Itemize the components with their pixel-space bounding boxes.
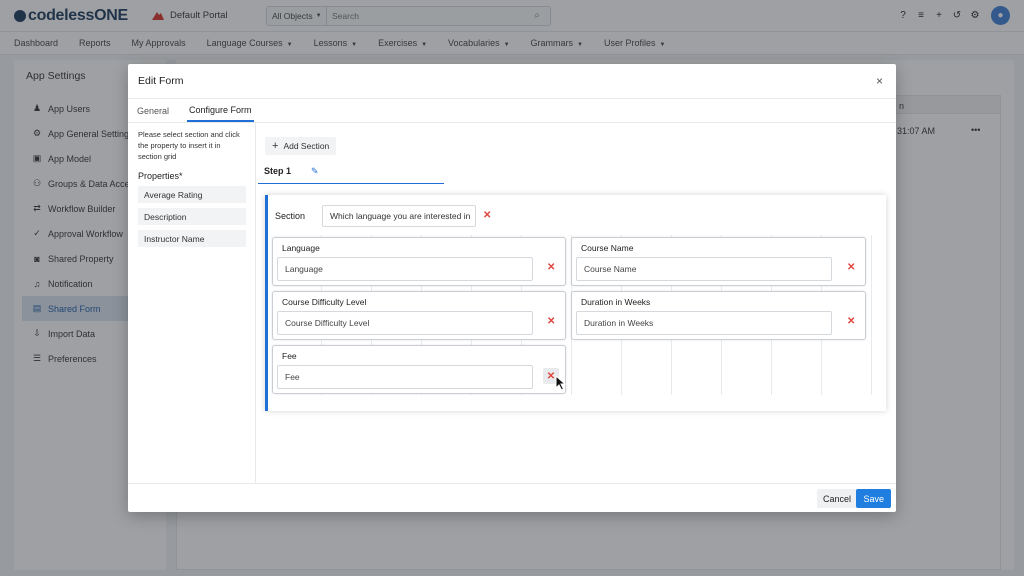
- modal-header: Edit Form: [128, 64, 896, 99]
- tab-general[interactable]: General: [137, 106, 177, 122]
- field-input[interactable]: Language: [277, 257, 533, 281]
- delete-section-icon[interactable]: ✕: [483, 210, 491, 221]
- property-description[interactable]: Description: [138, 208, 246, 225]
- field-label: Duration in Weeks: [581, 297, 651, 307]
- cancel-button[interactable]: Cancel: [816, 489, 857, 508]
- properties-hint: Please select section and click the prop…: [138, 130, 240, 161]
- property-average-rating[interactable]: Average Rating: [138, 186, 246, 203]
- field-label: Fee: [282, 351, 297, 361]
- properties-title: Properties*: [138, 171, 183, 181]
- field-input[interactable]: Fee: [277, 365, 533, 389]
- section-card[interactable]: Section Which language you are intereste…: [265, 195, 886, 411]
- field-label: Course Name: [581, 243, 634, 253]
- field-input[interactable]: Course Name: [576, 257, 832, 281]
- section-label: Section: [275, 211, 306, 221]
- field-fee[interactable]: Fee Fee ✕: [272, 345, 566, 394]
- plus-icon: +: [272, 140, 279, 152]
- delete-field-icon[interactable]: ✕: [847, 262, 855, 273]
- modal-footer: Cancel Save: [128, 483, 896, 512]
- field-input[interactable]: Course Difficulty Level: [277, 311, 533, 335]
- field-course-name[interactable]: Course Name Course Name ✕: [571, 237, 866, 286]
- properties-pane: Please select section and click the prop…: [128, 123, 256, 483]
- form-canvas: + Add Section Step 1 ✎ Section Which lang…: [256, 123, 896, 483]
- modal-title: Edit Form: [138, 75, 184, 87]
- pencil-icon[interactable]: ✎: [311, 166, 319, 177]
- step-label: Step 1: [264, 166, 292, 176]
- edit-form-modal: Edit Form × General Configure Form Pleas…: [128, 64, 896, 512]
- section-name-input[interactable]: Which language you are interested in: [322, 205, 476, 227]
- delete-field-icon[interactable]: ✕: [547, 262, 555, 273]
- field-course-difficulty-level[interactable]: Course Difficulty Level Course Difficult…: [272, 291, 566, 340]
- field-input[interactable]: Duration in Weeks: [576, 311, 832, 335]
- field-label: Language: [282, 243, 320, 253]
- mouse-cursor-icon: [555, 375, 567, 391]
- add-section-button[interactable]: + Add Section: [265, 137, 337, 155]
- field-duration-in-weeks[interactable]: Duration in Weeks Duration in Weeks ✕: [571, 291, 866, 340]
- delete-field-icon[interactable]: ✕: [547, 316, 555, 327]
- add-section-label: Add Section: [283, 141, 330, 151]
- field-language[interactable]: Language Language ✕: [272, 237, 566, 286]
- property-instructor-name[interactable]: Instructor Name: [138, 230, 246, 247]
- step-tab[interactable]: Step 1 ✎: [258, 166, 444, 184]
- modal-tabs: General Configure Form: [128, 99, 896, 123]
- save-button[interactable]: Save: [856, 489, 891, 508]
- delete-field-icon[interactable]: ✕: [847, 316, 855, 327]
- tab-configure-form[interactable]: Configure Form: [187, 105, 254, 122]
- close-icon[interactable]: ×: [876, 74, 883, 88]
- field-label: Course Difficulty Level: [282, 297, 367, 307]
